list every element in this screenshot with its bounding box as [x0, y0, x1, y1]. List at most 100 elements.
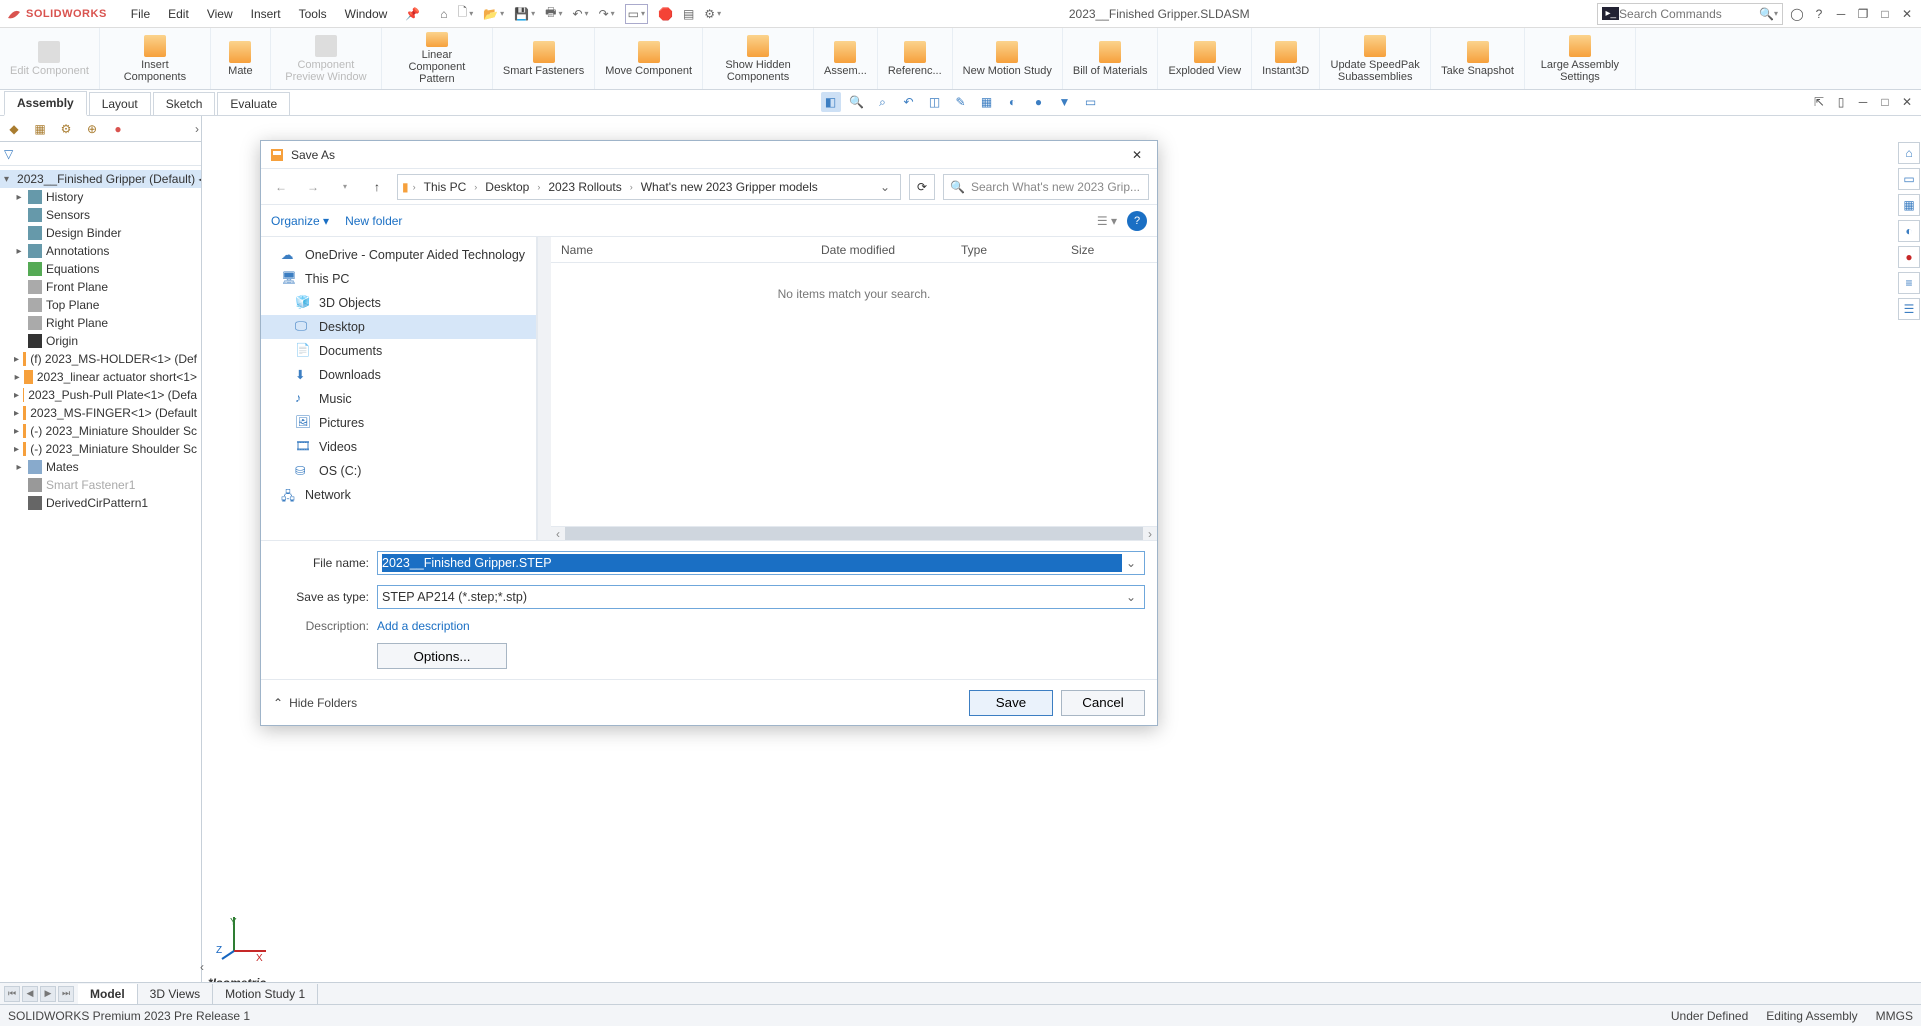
hide-folders-toggle[interactable]: ⌃ Hide Folders: [273, 696, 357, 710]
tree-node[interactable]: ▸(-) 2023_Miniature Shoulder Sc: [0, 440, 201, 458]
help-icon[interactable]: ?: [1811, 6, 1827, 22]
search-icon[interactable]: 🔍: [1759, 7, 1774, 21]
ribbon-update-speedpak-subassemblies[interactable]: Update SpeedPak Subassemblies: [1320, 28, 1431, 89]
view-close-icon[interactable]: ✕: [1899, 94, 1915, 110]
zoom-fit-icon[interactable]: 🔍: [847, 92, 867, 112]
zoom-area-icon[interactable]: ⌕: [873, 92, 893, 112]
nav-item-onedrive-computer-aided-technology[interactable]: ☁OneDrive - Computer Aided Technology: [261, 243, 536, 267]
hide-show-icon[interactable]: ◐: [1003, 92, 1023, 112]
view-mode-icon[interactable]: ☰ ▾: [1097, 214, 1117, 228]
new-icon[interactable]: 🗋▾: [458, 3, 474, 24]
tree-node[interactable]: ▸2023_linear actuator short<1>: [0, 368, 201, 386]
tab-sketch[interactable]: Sketch: [153, 92, 216, 115]
dialog-close-icon[interactable]: ✕: [1125, 143, 1149, 167]
feature-filter[interactable]: ▽: [0, 142, 201, 166]
taskpane-custom-props-icon[interactable]: ≡: [1898, 272, 1920, 294]
new-folder-button[interactable]: New folder: [345, 214, 402, 228]
tree-node[interactable]: Sensors: [0, 206, 201, 224]
nav-item-network[interactable]: 🖧Network: [261, 483, 536, 507]
tree-root[interactable]: ▾ 2023__Finished Gripper (Default) ◂: [0, 170, 201, 188]
panel-collapse-icon[interactable]: ‹: [200, 960, 204, 974]
scroll-thumb[interactable]: [565, 527, 1143, 540]
ribbon-new-motion-study[interactable]: New Motion Study: [953, 28, 1063, 89]
crumb-thispc[interactable]: This PC: [420, 180, 471, 194]
display-style-icon[interactable]: ▦: [977, 92, 997, 112]
home-icon[interactable]: ⌂: [440, 7, 447, 21]
crumb-desktop[interactable]: Desktop: [481, 180, 533, 194]
tree-node[interactable]: Equations: [0, 260, 201, 278]
select-icon[interactable]: ▭▾: [625, 4, 648, 24]
nav-item-desktop[interactable]: 🖵Desktop: [261, 315, 536, 339]
menu-window[interactable]: Window: [337, 3, 396, 25]
view-max-icon[interactable]: □: [1877, 94, 1893, 110]
save-type-dropdown-icon[interactable]: ⌄: [1122, 590, 1140, 604]
view-settings-icon[interactable]: ▭: [1081, 92, 1101, 112]
nav-up-icon[interactable]: ↑: [365, 175, 389, 199]
tree-node[interactable]: ▸2023_MS-FINGER<1> (Default: [0, 404, 201, 422]
scroll-left-icon[interactable]: ‹: [551, 527, 565, 540]
nav-item-os-c-[interactable]: ⛁OS (C:): [261, 459, 536, 483]
undo-icon[interactable]: ↶▾: [572, 7, 588, 21]
menu-file[interactable]: File: [123, 3, 158, 25]
menu-tools[interactable]: Tools: [291, 3, 335, 25]
ribbon-take-snapshot[interactable]: Take Snapshot: [1431, 28, 1525, 89]
col-name[interactable]: Name: [551, 243, 811, 257]
section-view-icon[interactable]: ◫: [925, 92, 945, 112]
file-list-hscroll[interactable]: ‹ ›: [551, 526, 1157, 540]
ribbon-assem-[interactable]: Assem...: [814, 28, 878, 89]
col-type[interactable]: Type: [951, 243, 1061, 257]
nav-item-downloads[interactable]: ⬇Downloads: [261, 363, 536, 387]
taskpane-view-palette-icon[interactable]: ◐: [1898, 220, 1920, 242]
tree-node[interactable]: Design Binder: [0, 224, 201, 242]
nav-item-music[interactable]: ♪Music: [261, 387, 536, 411]
menu-edit[interactable]: Edit: [160, 3, 197, 25]
fm-display-tab-icon[interactable]: ●: [106, 118, 130, 140]
tree-node[interactable]: ▸Annotations: [0, 242, 201, 260]
link-views-icon[interactable]: ⇱: [1811, 94, 1827, 110]
add-description-link[interactable]: Add a description: [377, 619, 470, 633]
menu-view[interactable]: View: [199, 3, 241, 25]
search-commands-input[interactable]: [1619, 7, 1759, 21]
nav-item-3d-objects[interactable]: 🧊3D Objects: [261, 291, 536, 315]
bottom-tab-motion[interactable]: Motion Study 1: [213, 984, 318, 1004]
maximize-icon[interactable]: □: [1877, 6, 1893, 22]
ribbon-linear-component-pattern[interactable]: Linear Component Pattern: [382, 28, 493, 89]
fm-property-tab-icon[interactable]: ▦: [28, 118, 52, 140]
tab-next-icon[interactable]: ▶: [40, 986, 56, 1002]
fm-dim-tab-icon[interactable]: ⊕: [80, 118, 104, 140]
print-icon[interactable]: 🖶▾: [545, 3, 562, 24]
save-button[interactable]: Save: [969, 690, 1053, 716]
save-icon[interactable]: 💾▾: [514, 7, 535, 21]
view-cube-icon[interactable]: ◧: [821, 92, 841, 112]
nav-item-videos[interactable]: 🎞Videos: [261, 435, 536, 459]
tree-node[interactable]: Right Plane: [0, 314, 201, 332]
taskpane-home-icon[interactable]: ⌂: [1898, 142, 1920, 164]
tree-node[interactable]: Smart Fastener1: [0, 476, 201, 494]
tab-evaluate[interactable]: Evaluate: [217, 92, 290, 115]
ribbon-insert-components[interactable]: Insert Components: [100, 28, 211, 89]
tab-last-icon[interactable]: ⏭: [58, 986, 74, 1002]
minimize-icon[interactable]: ─: [1833, 6, 1849, 22]
address-bar[interactable]: ▮ › This PC › Desktop › 2023 Rollouts › …: [397, 174, 901, 200]
folder-search[interactable]: 🔍 Search What's new 2023 Grip...: [943, 174, 1149, 200]
close-icon[interactable]: ✕: [1899, 6, 1915, 22]
cancel-button[interactable]: Cancel: [1061, 690, 1145, 716]
ribbon-exploded-view[interactable]: Exploded View: [1158, 28, 1252, 89]
nav-item-pictures[interactable]: 🖼Pictures: [261, 411, 536, 435]
rebuild-icon[interactable]: 🛑: [658, 7, 673, 21]
tree-node[interactable]: ▸2023_Push-Pull Plate<1> (Defa: [0, 386, 201, 404]
crumb-rollouts[interactable]: 2023 Rollouts: [544, 180, 625, 194]
refresh-icon[interactable]: ⟳: [909, 174, 935, 200]
options-icon[interactable]: ▤: [683, 7, 694, 21]
panel-expand-icon[interactable]: ›: [195, 122, 199, 136]
tree-node[interactable]: ▸History: [0, 188, 201, 206]
tree-node[interactable]: Front Plane: [0, 278, 201, 296]
apply-scene-icon[interactable]: ▼: [1055, 92, 1075, 112]
tree-node[interactable]: DerivedCirPattern1: [0, 494, 201, 512]
tree-node[interactable]: ▸(-) 2023_Miniature Shoulder Sc: [0, 422, 201, 440]
ribbon-mate[interactable]: Mate: [211, 28, 271, 89]
view-min-icon[interactable]: ─: [1855, 94, 1871, 110]
redo-icon[interactable]: ↷▾: [599, 7, 615, 21]
menu-pin-icon[interactable]: 📌: [397, 3, 428, 25]
save-type-select[interactable]: [382, 588, 1122, 606]
